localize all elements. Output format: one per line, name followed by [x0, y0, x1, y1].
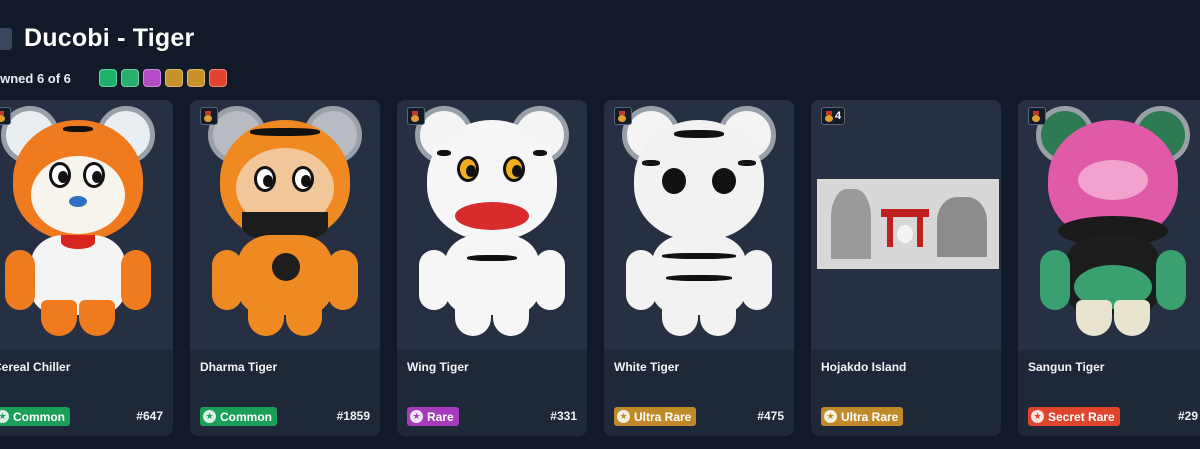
collectible-card[interactable]: 4 Hojakdo Island ★ Ultra Rare — [811, 100, 1001, 436]
back-button[interactable] — [0, 28, 12, 50]
rarity-label: Ultra Rare — [634, 409, 692, 424]
card-image — [190, 100, 380, 350]
card-image — [0, 100, 173, 350]
serial-number: #331 — [550, 409, 577, 423]
card-image — [811, 100, 1001, 350]
owned-count-badge — [0, 107, 11, 125]
rarity-badge: ★ Common — [200, 407, 277, 426]
star-icon: ★ — [824, 410, 837, 423]
card-grid: Cereal Chiller ★ Common #647 Dharma Tige… — [0, 100, 1200, 436]
medal-icon — [618, 110, 626, 122]
medal-icon — [411, 110, 419, 122]
serial-number: #1859 — [336, 409, 370, 423]
card-name: Sangun Tiger — [1028, 360, 1105, 374]
rarity-chip-ultra-rare-2 — [186, 69, 205, 87]
island-artwork — [817, 179, 999, 269]
rarity-label: Common — [220, 409, 272, 424]
rarity-badge: ★ Secret Rare — [1028, 407, 1120, 426]
rarity-badge: ★ Rare — [407, 407, 459, 426]
serial-number: #29 — [1177, 409, 1198, 423]
owned-count-badge — [1028, 107, 1046, 125]
star-icon: ★ — [1031, 410, 1044, 423]
rarity-chip-rare — [142, 69, 161, 87]
medal-icon — [825, 110, 833, 122]
rarity-chips — [98, 69, 227, 87]
rarity-label: Common — [13, 409, 65, 424]
rarity-chip-secret-rare — [208, 69, 227, 87]
collectible-card[interactable]: Dharma Tiger ★ Common #1859 — [190, 100, 380, 436]
owned-count-badge: 4 — [821, 107, 846, 125]
owned-count: Owned 6 of 6 — [0, 70, 71, 86]
rarity-badge: ★ Ultra Rare — [614, 407, 697, 426]
rarity-badge: ★ Ultra Rare — [821, 407, 904, 426]
star-icon: ★ — [617, 410, 630, 423]
collection-progress: Owned 6 of 6 — [0, 68, 227, 88]
medal-icon — [0, 110, 5, 122]
star-icon: ★ — [0, 410, 9, 423]
collectible-card[interactable]: Wing Tiger ★ Rare #331 — [397, 100, 587, 436]
rarity-chip-common-1 — [98, 69, 117, 87]
rarity-chip-ultra-rare-1 — [164, 69, 183, 87]
card-name: White Tiger — [614, 360, 680, 374]
serial-number: #647 — [136, 409, 163, 423]
rarity-badge: ★ Common — [0, 407, 70, 426]
rarity-label: Secret Rare — [1048, 409, 1115, 424]
star-icon: ★ — [203, 410, 216, 423]
card-image — [397, 100, 587, 350]
owned-count-text: 4 — [835, 110, 842, 122]
page-title: Ducobi - Tiger — [24, 24, 195, 52]
star-icon: ★ — [410, 410, 423, 423]
collectible-card[interactable]: Cereal Chiller ★ Common #647 — [0, 100, 173, 436]
card-name: Hojakdo Island — [821, 360, 907, 374]
rarity-chip-common-2 — [120, 69, 139, 87]
rarity-label: Ultra Rare — [841, 409, 899, 424]
rarity-label: Rare — [427, 409, 454, 424]
medal-icon — [204, 110, 212, 122]
card-name: Cereal Chiller — [0, 360, 71, 374]
owned-count-badge — [614, 107, 632, 125]
card-image — [604, 100, 794, 350]
card-name: Wing Tiger — [407, 360, 469, 374]
card-image — [1018, 100, 1200, 350]
owned-count-badge — [200, 107, 218, 125]
medal-icon — [1032, 110, 1040, 122]
card-name: Dharma Tiger — [200, 360, 278, 374]
serial-number: #475 — [757, 409, 784, 423]
collectible-card[interactable]: Sangun Tiger ★ Secret Rare #29 — [1018, 100, 1200, 436]
collectible-card[interactable]: White Tiger ★ Ultra Rare #475 — [604, 100, 794, 436]
owned-count-badge — [407, 107, 425, 125]
